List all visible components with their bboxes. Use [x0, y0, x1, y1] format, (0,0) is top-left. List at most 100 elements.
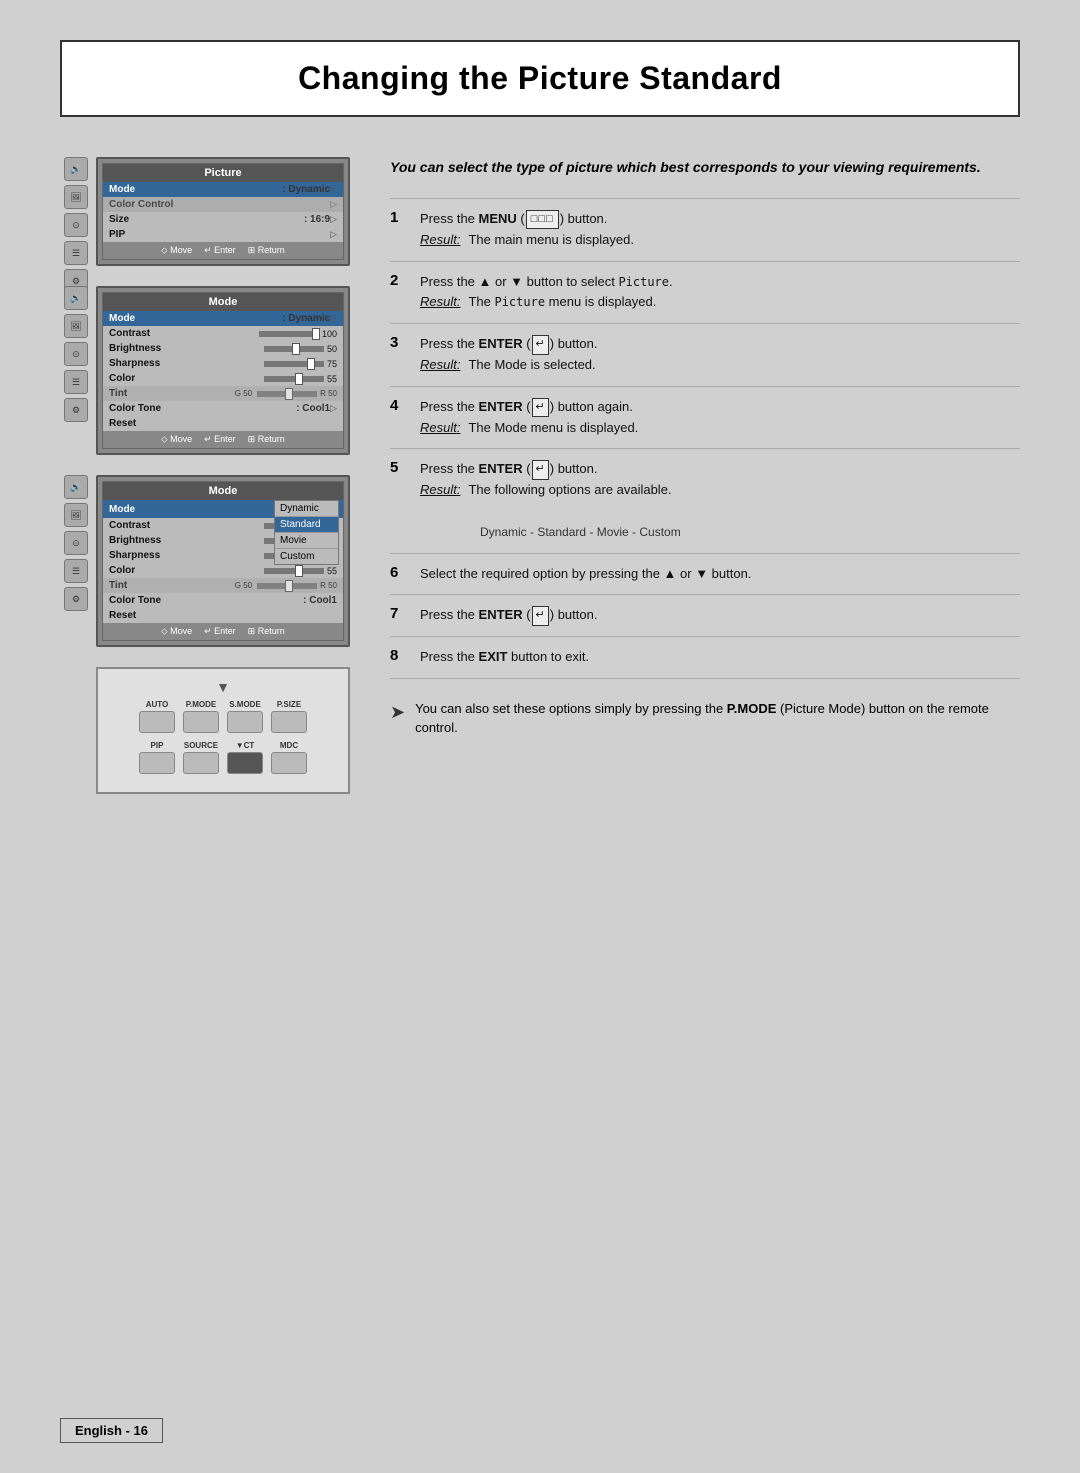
dropdown-item-movie: Movie	[275, 533, 338, 549]
screen1-row-size: Size : 16:9 ▷	[103, 212, 343, 227]
remote-psize-label: P.SIZE	[277, 700, 301, 709]
enter-symbol-4: ↵	[532, 398, 549, 418]
remote-wrapper: ▼ AUTO P.MODE S.MODE	[96, 667, 350, 794]
step-7-num: 7	[390, 595, 420, 637]
step-8: 8 Press the EXIT button to exit.	[390, 637, 1020, 679]
screen3-panel: Mode Mode Dynamic Dynamic Standard Movie…	[96, 475, 350, 647]
screen3-row-tint: Tint G 50 R 50	[103, 578, 343, 593]
step-7-content: Press the ENTER (↵) button.	[420, 595, 1020, 637]
screen2-row-reset: Reset	[103, 416, 343, 431]
screen1-footer: ⬦ Move ↵ Enter ⊞ Return	[103, 242, 343, 259]
step-4-num: 4	[390, 386, 420, 449]
remote-source-group: SOURCE	[183, 741, 219, 774]
remote-psize-group: P.SIZE	[271, 700, 307, 733]
page-title: Changing the Picture Standard	[92, 60, 988, 97]
screen2-row-contrast: Contrast 100	[103, 326, 343, 341]
step-4-content: Press the ENTER (↵) button again. Result…	[420, 386, 1020, 449]
steps-table: 1 Press the MENU (□□□) button. Result: T…	[390, 198, 1020, 679]
note-arrow-icon: ➤	[390, 699, 405, 726]
page: Changing the Picture Standard 🔊 🖼 ⊙ ☰ ⚙ …	[0, 0, 1080, 1473]
remote-source-label: SOURCE	[184, 741, 218, 750]
remote-pmode-btn[interactable]	[183, 711, 219, 733]
remote-row-1: AUTO P.MODE S.MODE P.SIZE	[108, 700, 338, 733]
screen3-title: Mode	[103, 482, 343, 500]
screen2-panel: Mode Mode : Dynamic ▷ Contrast 100 B	[96, 286, 350, 455]
remote-auto-btn[interactable]	[139, 711, 175, 733]
icon-speaker: 🔊	[64, 157, 88, 181]
step-8-num: 8	[390, 637, 420, 679]
step-5-content: Press the ENTER (↵) button. Result: The …	[420, 449, 1020, 553]
side-icons-1: 🔊 🖼 ⊙ ☰ ⚙	[64, 157, 88, 293]
remote-panel: ▼ AUTO P.MODE S.MODE	[96, 667, 350, 794]
screen2-wrapper: 🔊 🖼 ⊙ ☰ ⚙ Mode Mode : Dynamic ▷	[96, 286, 350, 455]
remote-mdc-btn[interactable]	[271, 752, 307, 774]
screen2-title: Mode	[103, 293, 343, 311]
remote-row-2: PIP SOURCE ▼CT MDC	[108, 741, 338, 774]
step-3: 3 Press the ENTER (↵) button. Result: Th…	[390, 324, 1020, 387]
remote-source-btn[interactable]	[183, 752, 219, 774]
remote-top-arrow: ▼	[108, 679, 338, 695]
options-text: Dynamic - Standard - Movie - Custom	[420, 525, 681, 539]
remote-psize-btn[interactable]	[271, 711, 307, 733]
icon-speaker-2: 🔊	[64, 286, 88, 310]
icon-circle: ⊙	[64, 213, 88, 237]
dropdown-item-custom: Custom	[275, 549, 338, 564]
step-2-num: 2	[390, 261, 420, 324]
step-8-content: Press the EXIT button to exit.	[420, 637, 1020, 679]
screen1-panel: Picture Mode : Dynamic ▷ Color Control ▷…	[96, 157, 350, 266]
remote-pip-btn[interactable]	[139, 752, 175, 774]
step-5-num: 5	[390, 449, 420, 553]
screen2-inner: Mode Mode : Dynamic ▷ Contrast 100 B	[102, 292, 344, 449]
note-text: You can also set these options simply by…	[415, 699, 1020, 738]
step-1: 1 Press the MENU (□□□) button. Result: T…	[390, 199, 1020, 262]
screen3-inner: Mode Mode Dynamic Dynamic Standard Movie…	[102, 481, 344, 641]
remote-ct-group: ▼CT	[227, 741, 263, 774]
remote-ct-label: ▼CT	[236, 741, 255, 750]
remote-pip-label: PIP	[151, 741, 164, 750]
remote-pip-group: PIP	[139, 741, 175, 774]
screen2-footer: ⬦ Move ↵ Enter ⊞ Return	[103, 431, 343, 448]
screen2-row-tint: Tint G 50 R 50	[103, 386, 343, 401]
step-4: 4 Press the ENTER (↵) button again. Resu…	[390, 386, 1020, 449]
icon-gear-3: ⚙	[64, 587, 88, 611]
icon-layers: ☰	[64, 241, 88, 265]
icon-layers-3: ☰	[64, 559, 88, 583]
screen2-row-mode: Mode : Dynamic ▷	[103, 311, 343, 326]
menu-symbol: □□□	[526, 210, 559, 230]
enter-symbol-7: ↵	[532, 606, 549, 626]
dropdown-item-dynamic: Dynamic	[275, 501, 338, 517]
screen3-footer: ⬦ Move ↵ Enter ⊞ Return	[103, 623, 343, 640]
step-1-num: 1	[390, 199, 420, 262]
page-footer: English - 16	[60, 1418, 163, 1443]
screen2-row-colortone: Color Tone : Cool1 ▷	[103, 401, 343, 416]
remote-smode-label: S.MODE	[229, 700, 261, 709]
screen2-row-sharpness: Sharpness 75	[103, 356, 343, 371]
icon-picture-3: 🖼	[64, 503, 88, 527]
screen3-row-colortone: Color Tone : Cool1	[103, 593, 343, 608]
screen1-wrapper: 🔊 🖼 ⊙ ☰ ⚙ Picture Mode : Dynamic ▷	[96, 157, 350, 266]
icon-circle-2: ⊙	[64, 342, 88, 366]
remote-auto-group: AUTO	[139, 700, 175, 733]
step-2: 2 Press the ▲ or ▼ button to select Pict…	[390, 261, 1020, 324]
right-column: You can select the type of picture which…	[390, 157, 1020, 794]
remote-smode-group: S.MODE	[227, 700, 263, 733]
remote-smode-btn[interactable]	[227, 711, 263, 733]
content-area: 🔊 🖼 ⊙ ☰ ⚙ Picture Mode : Dynamic ▷	[60, 157, 1020, 794]
step-6: 6 Select the required option by pressing…	[390, 553, 1020, 595]
step-1-content: Press the MENU (□□□) button. Result: The…	[420, 199, 1020, 262]
remote-mdc-label: MDC	[280, 741, 298, 750]
step-3-content: Press the ENTER (↵) button. Result: The …	[420, 324, 1020, 387]
step-5: 5 Press the ENTER (↵) button. Result: Th…	[390, 449, 1020, 553]
screen3-dropdown: Dynamic Standard Movie Custom	[274, 500, 339, 565]
screen3-row-reset: Reset	[103, 608, 343, 623]
intro-text: You can select the type of picture which…	[390, 157, 1020, 178]
step-6-content: Select the required option by pressing t…	[420, 553, 1020, 595]
icon-speaker-3: 🔊	[64, 475, 88, 499]
screen1-row-pip: PIP ▷	[103, 227, 343, 242]
remote-ct-btn[interactable]	[227, 752, 263, 774]
enter-symbol-5: ↵	[532, 460, 549, 480]
step-3-num: 3	[390, 324, 420, 387]
title-box: Changing the Picture Standard	[60, 40, 1020, 117]
screen3-row-color: Color 55	[103, 563, 343, 578]
screen2-row-color: Color 55	[103, 371, 343, 386]
